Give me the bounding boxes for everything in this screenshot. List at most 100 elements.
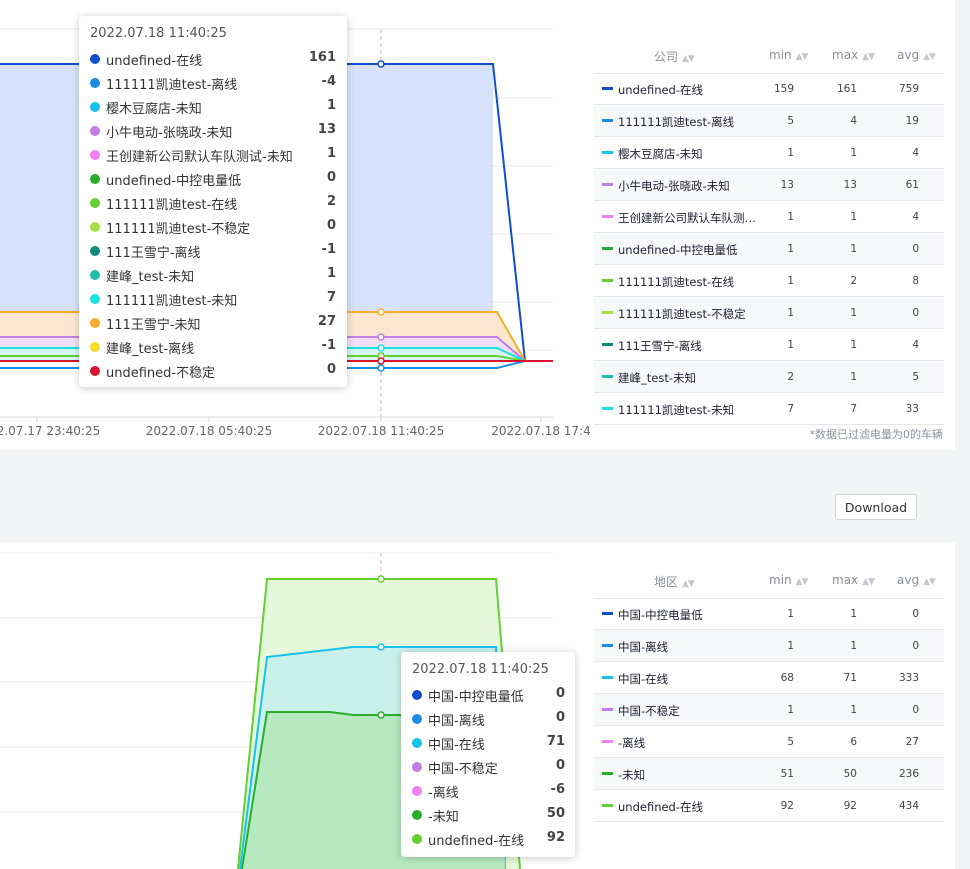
- series-swatch-icon: [602, 407, 613, 410]
- legend-avg-value: 236: [898, 768, 919, 780]
- tooltip-item-label: 111111凯迪test-在线: [106, 198, 238, 213]
- legend-row[interactable]: -未知 51 50 236: [594, 758, 944, 790]
- legend-max-value: 50: [843, 768, 857, 780]
- filter-note: *数据已过滤电量为0的车辆: [809, 428, 944, 441]
- legend-row[interactable]: -离线 5 6 27: [594, 726, 944, 758]
- tooltip-item-label: 樱木豆腐店-未知: [106, 102, 202, 117]
- tooltip-item-label: 建峰_test-未知: [106, 270, 195, 285]
- sort-by-avg[interactable]: avg ▲▼: [897, 573, 936, 587]
- legend-row[interactable]: 中国-在线 68 71 333: [594, 662, 944, 694]
- legend-min-value: 1: [787, 307, 794, 319]
- sort-by-avg[interactable]: avg ▲▼: [897, 48, 936, 62]
- tooltip-item-label: 王创建新公司默认车队测试-未知: [106, 150, 293, 165]
- legend-header: 公司 ▲▼ min ▲▼ max ▲▼ avg ▲▼: [594, 35, 944, 74]
- legend-max-value: 2: [850, 275, 857, 287]
- legend-min-value: 159: [773, 83, 794, 95]
- tooltip-item: undefined-在线 92: [412, 830, 565, 849]
- legend-max-value: 4: [850, 115, 857, 127]
- sort-icon: ▲▼: [923, 577, 936, 587]
- legend-max-value: 1: [850, 243, 857, 255]
- legend-max-value: 7: [850, 403, 857, 415]
- sort-by-min[interactable]: min ▲▼: [769, 573, 808, 587]
- legend-row[interactable]: 111111凯迪test-未知 7 7 33: [594, 393, 944, 425]
- download-button[interactable]: Download: [835, 494, 917, 520]
- legend-avg-value: 19: [905, 115, 919, 127]
- sort-icon: ▲▼: [862, 52, 875, 62]
- legend-avg-value: 333: [898, 672, 919, 684]
- legend-row[interactable]: undefined-在线 92 92 434: [594, 790, 944, 822]
- tooltip-item: 建峰_test-未知 1: [90, 266, 336, 285]
- legend-row[interactable]: 111王雪宁-离线 1 1 4: [594, 329, 944, 361]
- hover-point-marker: [377, 333, 385, 341]
- series-dot-icon: [90, 342, 100, 352]
- legend-min-value: 13: [780, 179, 794, 191]
- series-dot-icon: [90, 294, 100, 304]
- series-swatch-icon: [602, 311, 613, 314]
- legend-row[interactable]: undefined-中控电量低 1 1 0: [594, 233, 944, 265]
- legend-row[interactable]: undefined-在线 159 161 759: [594, 73, 944, 105]
- legend-series-name: 中国-在线: [618, 672, 669, 686]
- tooltip-item-label: -未知: [428, 810, 459, 825]
- legend-header: 地区 ▲▼ min ▲▼ max ▲▼ avg ▲▼: [594, 560, 944, 599]
- legend-series-name: undefined-中控电量低: [618, 243, 738, 257]
- tooltip-item-value: 2: [326, 194, 336, 209]
- sort-by-company[interactable]: 公司 ▲▼: [654, 48, 695, 65]
- legend-row[interactable]: 中国-离线 1 1 0: [594, 630, 944, 662]
- legend-series-name: 中国-不稳定: [618, 704, 680, 718]
- tooltip-item-value: 0: [326, 362, 336, 377]
- tooltip-item-label: 建峰_test-离线: [106, 342, 195, 357]
- hover-point-marker: [377, 643, 385, 651]
- legend-avg-value: 4: [912, 147, 919, 159]
- legend-row[interactable]: 中国-不稳定 1 1 0: [594, 694, 944, 726]
- series-swatch-icon: [602, 279, 613, 282]
- sort-icon: ▲▼: [923, 52, 936, 62]
- legend-row[interactable]: 111111凯迪test-在线 1 2 8: [594, 265, 944, 297]
- legend-series-name: 111111凯迪test-在线: [618, 275, 735, 289]
- legend-avg-value: 0: [912, 243, 919, 255]
- legend-avg-value: 4: [912, 339, 919, 351]
- series-swatch-icon: [602, 343, 613, 346]
- series-swatch-icon: [602, 708, 613, 711]
- tooltip-item-value: 0: [555, 710, 565, 725]
- tooltip-title: 2022.07.18 11:40:25: [90, 26, 227, 41]
- tooltip-item-value: -1: [321, 242, 336, 257]
- legend-row[interactable]: 111111凯迪test-离线 5 4 19: [594, 105, 944, 137]
- legend-avg-value: 27: [905, 736, 919, 748]
- sort-by-max[interactable]: max ▲▼: [832, 48, 875, 62]
- region-legend-table: 地区 ▲▼ min ▲▼ max ▲▼ avg ▲▼ 中国-中控电量低 1 1 0 中国-离线 1…: [594, 560, 944, 830]
- legend-max-value: 161: [836, 83, 857, 95]
- series-dot-icon: [412, 714, 422, 724]
- legend-row[interactable]: 小牛电动-张晓政-未知 13 13 61: [594, 169, 944, 201]
- legend-row[interactable]: 中国-中控电量低 1 1 0: [594, 598, 944, 630]
- legend-row[interactable]: 建峰_test-未知 2 1 5: [594, 361, 944, 393]
- legend-series-name: 111111凯迪test-不稳定: [618, 307, 746, 321]
- legend-series-name: -离线: [618, 736, 646, 750]
- legend-max-value: 1: [850, 640, 857, 652]
- series-dot-icon: [90, 366, 100, 376]
- tooltip-item: 建峰_test-离线 -1: [90, 338, 336, 357]
- tooltip-item: 中国-离线 0: [412, 710, 565, 729]
- legend-series-name: 建峰_test-未知: [618, 371, 696, 385]
- hover-point-marker: [377, 711, 385, 719]
- series-dot-icon: [90, 150, 100, 160]
- legend-avg-value: 33: [905, 403, 919, 415]
- tooltip-item-label: 111111凯迪test-离线: [106, 78, 238, 93]
- sort-by-max[interactable]: max ▲▼: [832, 573, 875, 587]
- tooltip-item-value: 50: [546, 806, 565, 821]
- tooltip-item-value: -4: [321, 74, 336, 89]
- legend-series-name: 中国-中控电量低: [618, 608, 703, 622]
- legend-min-value: 1: [787, 147, 794, 159]
- hover-point-marker: [377, 364, 385, 372]
- sort-by-region[interactable]: 地区 ▲▼: [654, 573, 695, 590]
- legend-series-name: 111王雪宁-离线: [618, 339, 702, 353]
- series-swatch-icon: [602, 119, 613, 122]
- tooltip-item-label: undefined-不稳定: [106, 366, 216, 381]
- series-dot-icon: [90, 270, 100, 280]
- series-dot-icon: [90, 198, 100, 208]
- legend-row[interactable]: 111111凯迪test-不稳定 1 1 0: [594, 297, 944, 329]
- legend-row[interactable]: 王创建新公司默认车队测试-未知 1 1 4: [594, 201, 944, 233]
- tooltip-item: undefined-不稳定 0: [90, 362, 336, 381]
- series-swatch-icon: [602, 676, 613, 679]
- legend-row[interactable]: 樱木豆腐店-未知 1 1 4: [594, 137, 944, 169]
- sort-by-min[interactable]: min ▲▼: [769, 48, 808, 62]
